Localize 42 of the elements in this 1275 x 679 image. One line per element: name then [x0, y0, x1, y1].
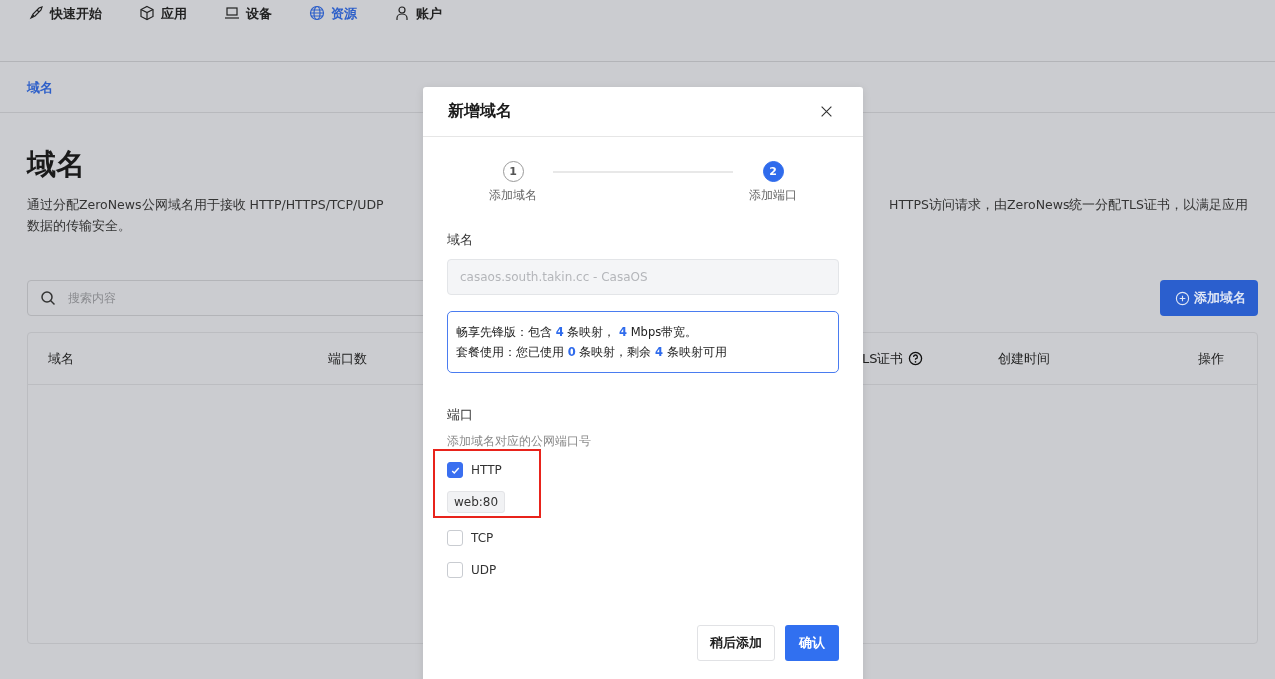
nav-item[interactable]: 账户: [394, 0, 442, 61]
globe-icon: [309, 5, 325, 21]
dialog-title: 新增域名: [448, 101, 512, 122]
description-text: 数据的传输安全。: [27, 218, 132, 235]
cube-icon: [139, 5, 155, 21]
field-hint: 添加域名对应的公网端口号: [447, 434, 592, 449]
step-label: 添加域名: [489, 188, 537, 203]
column-header: 创建时间: [998, 349, 1050, 368]
later-button[interactable]: 稍后添加: [697, 625, 775, 661]
column-header: 操作: [1198, 349, 1224, 368]
laptop-icon: [224, 5, 240, 21]
nav-item[interactable]: 资源: [309, 0, 357, 61]
plan-info-text: 套餐使用：您已使用 0 条映射，剩余 4 条映射可用: [456, 344, 728, 361]
tab[interactable]: 域名: [27, 62, 53, 112]
checkbox[interactable]: [447, 462, 463, 478]
confirm-button[interactable]: 确认: [785, 625, 839, 661]
checkbox-label: TCP: [471, 531, 494, 545]
column-header: 域名: [48, 349, 74, 368]
add-domain-button[interactable]: 添加域名: [1160, 280, 1258, 316]
page-title: 域名: [27, 147, 85, 181]
nav-item[interactable]: 快速开始: [28, 0, 102, 61]
nav-item[interactable]: 设备: [224, 0, 272, 61]
field-label: 端口: [447, 406, 474, 424]
column-header: LS证书: [862, 349, 904, 368]
column-header: 端口数: [328, 349, 367, 368]
step-number: 2: [762, 161, 784, 182]
checkbox-label: HTTP: [471, 463, 502, 477]
search-icon: [40, 290, 56, 306]
field-label: 域名: [447, 231, 474, 249]
help-icon[interactable]: [907, 351, 923, 366]
checkbox[interactable]: [447, 530, 463, 546]
description-text: HTTPS访问请求，由ZeroNews统一分配TLS证书，以满足应用: [889, 197, 1248, 214]
close-icon[interactable]: [820, 105, 833, 118]
checkbox-label: UDP: [471, 563, 497, 577]
nav-item[interactable]: 应用: [139, 0, 187, 61]
plan-info-text: 畅享先锋版：包含 4 条映射， 4 Mbps带宽。: [456, 324, 699, 341]
step-label: 添加端口: [749, 188, 797, 203]
plus-circle-icon: [1175, 290, 1190, 306]
checkbox[interactable]: [447, 562, 463, 578]
person-icon: [394, 5, 410, 21]
description-text: 通过分配ZeroNews公网域名用于接收 HTTP/HTTPS/TCP/UDP: [27, 197, 384, 214]
port-tag: web:80: [447, 491, 506, 513]
